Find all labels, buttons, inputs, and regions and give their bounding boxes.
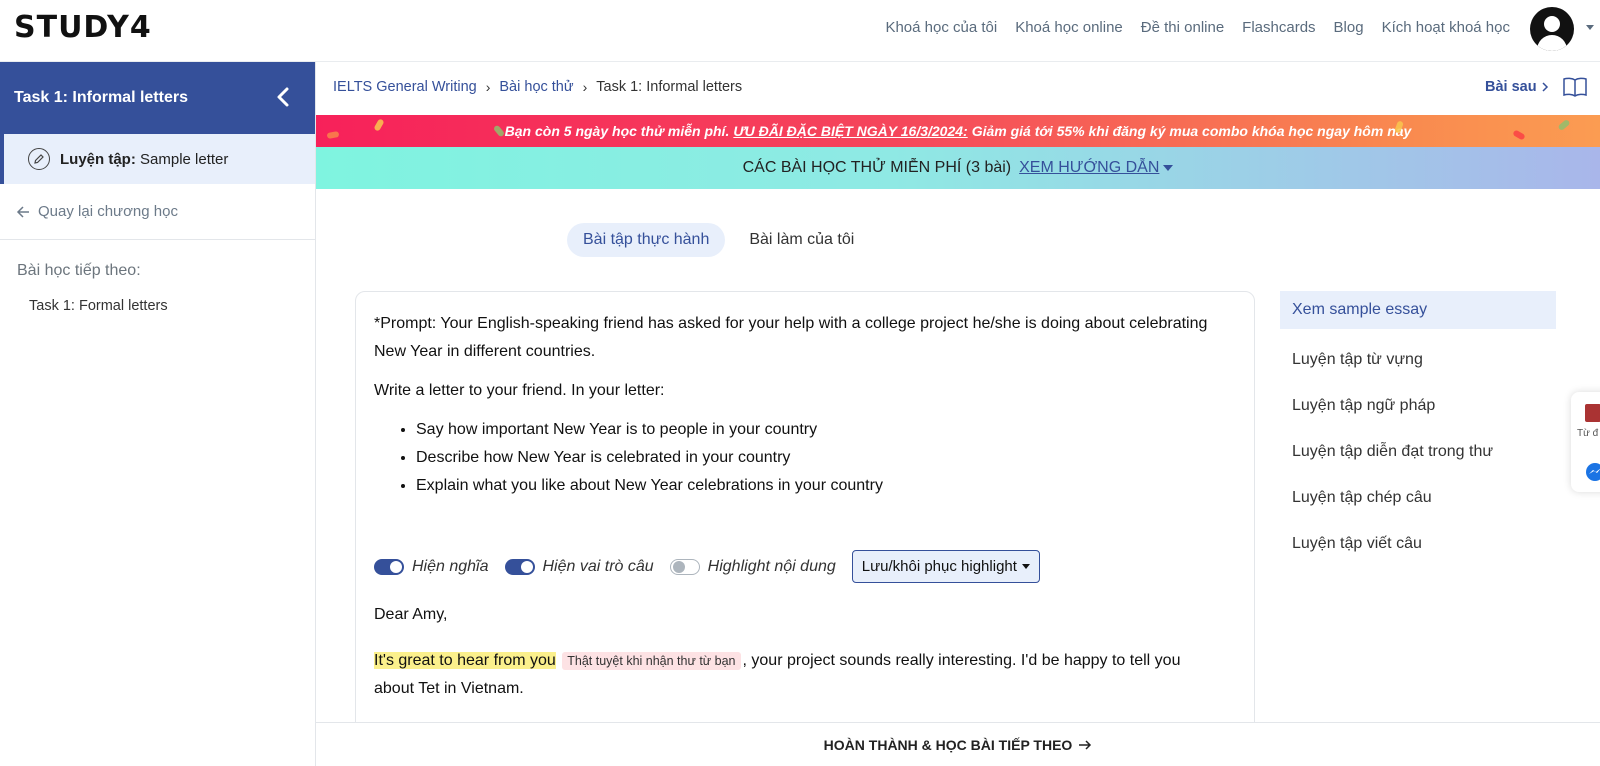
view-guide-link[interactable]: XEM HƯỚNG DẪN (1019, 159, 1174, 177)
complete-next-lesson-button[interactable]: HOÀN THÀNH & HỌC BÀI TIẾP THEO (824, 737, 1093, 753)
breadcrumb-course[interactable]: IELTS General Writing (333, 79, 477, 95)
tab-practice[interactable]: Bài tập thực hành (567, 223, 726, 257)
book-icon[interactable] (1562, 76, 1588, 98)
menu-view-sample-essay[interactable]: Xem sample essay (1280, 291, 1556, 329)
toggle-label: Highlight nội dung (707, 557, 836, 575)
lesson-content-card: *Prompt: Your English-speaking friend ha… (355, 291, 1255, 766)
highlighted-phrase[interactable]: It's great to hear from you (374, 652, 556, 669)
toggle-label: Hiện nghĩa (412, 557, 489, 575)
promo-highlight: ƯU ĐÃI ĐẶC BIỆT NGÀY 16/3/2024: (733, 123, 968, 139)
dictionary-icon[interactable] (1585, 404, 1600, 422)
complete-button-label: HOÀN THÀNH & HỌC BÀI TIẾP THEO (823, 736, 1073, 753)
dictionary-label: Từ đ (1577, 428, 1599, 439)
menu-vocabulary-practice[interactable]: Luyện tập từ vựng (1280, 337, 1556, 383)
sidebar-item-label: Sample letter (140, 150, 229, 168)
menu-write-sentence-practice[interactable]: Luyện tập viết câu (1280, 521, 1556, 567)
user-avatar[interactable] (1530, 7, 1574, 51)
nav-blog[interactable]: Blog (1334, 19, 1364, 36)
free-lessons-bar: CÁC BÀI HỌC THỬ MIỄN PHÍ (3 bài) XEM HƯỚ… (316, 147, 1600, 189)
study4-logo[interactable]: STUDY4 (14, 10, 152, 45)
next-lesson-link[interactable]: Task 1: Formal letters (0, 280, 315, 314)
toggle-highlight-content[interactable] (669, 558, 700, 575)
bottom-action-bar: HOÀN THÀNH & HỌC BÀI TIẾP THEO (316, 722, 1600, 766)
letter-greeting: Dear Amy, (374, 606, 448, 623)
tab-my-work[interactable]: Bài làm của tôi (733, 223, 870, 257)
promo-lead: Bạn còn 5 ngày học thử miễn phí. (504, 123, 730, 139)
nav-activate-course[interactable]: Kích hoạt khoá học (1382, 19, 1510, 36)
caret-down-icon (1021, 564, 1030, 569)
lesson-sidebar: Task 1: Informal letters Luyện tập: Samp… (0, 62, 316, 766)
caret-down-icon (1163, 165, 1174, 171)
next-lesson-button[interactable]: Bài sau (1485, 79, 1550, 95)
breadcrumb: IELTS General Writing › Bài học thử › Ta… (333, 79, 742, 95)
sidebar-title: Task 1: Informal letters (14, 89, 188, 106)
sidebar-item-prefix: Luyện tập: (60, 150, 136, 168)
main-nav: Khoá học của tôi Khoá học online Đề thi … (885, 19, 1510, 36)
next-lesson-label: Bài sau (1485, 79, 1537, 95)
list-item: Explain what you like about New Year cel… (416, 472, 1236, 500)
messenger-icon[interactable] (1585, 462, 1600, 482)
menu-expression-practice[interactable]: Luyện tập diễn đạt trong thư (1280, 429, 1556, 475)
back-to-chapter-link[interactable]: Quay lại chương học (0, 184, 315, 240)
instruction-text: Write a letter to your friend. In your l… (374, 382, 665, 399)
menu-grammar-practice[interactable]: Luyện tập ngữ pháp (1280, 383, 1556, 429)
next-lesson-heading: Bài học tiếp theo: (17, 262, 141, 279)
arrow-left-icon (16, 205, 29, 218)
practice-menu: Xem sample essay Luyện tập từ vựng Luyện… (1280, 291, 1556, 567)
back-label: Quay lại chương học (38, 203, 178, 220)
view-guide-label: XEM HƯỚNG DẪN (1019, 159, 1160, 176)
task-bullet-list: Say how important New Year is to people … (374, 416, 1236, 500)
menu-copy-sentence-practice[interactable]: Luyện tập chép câu (1280, 475, 1556, 521)
breadcrumb-trial[interactable]: Bài học thử (499, 79, 573, 95)
nav-online-courses[interactable]: Khoá học online (1015, 19, 1123, 36)
free-lessons-text: CÁC BÀI HỌC THỬ MIỄN PHÍ (3 bài) (742, 159, 1012, 176)
writing-prompt: *Prompt: Your English-speaking friend ha… (374, 315, 1208, 360)
nav-online-tests[interactable]: Đề thi online (1141, 19, 1224, 36)
chevron-right-icon (1542, 82, 1548, 92)
promo-tail: Giảm giá tới 55% khi đăng ký mua combo k… (971, 123, 1412, 139)
chevron-right-icon: › (485, 79, 491, 95)
translation-badge: Thật tuyệt khi nhận thư từ bạn (562, 652, 741, 670)
sidebar-header: Task 1: Informal letters (0, 62, 315, 134)
chevron-right-icon: › (582, 79, 588, 95)
breadcrumb-current: Task 1: Informal letters (596, 79, 743, 95)
toggle-show-sentence-role[interactable] (504, 558, 535, 575)
list-item: Describe how New Year is celebrated in y… (416, 444, 1236, 472)
list-item: Say how important New Year is to people … (416, 416, 1236, 444)
nav-my-courses[interactable]: Khoá học của tôi (885, 19, 997, 36)
chevron-left-icon[interactable] (273, 86, 295, 108)
pencil-icon (28, 148, 50, 170)
display-controls: Hiện nghĩa Hiện vai trò câu Highlight nộ… (374, 550, 1040, 583)
chevron-down-icon[interactable] (1586, 25, 1594, 30)
save-restore-highlight-dropdown[interactable]: Lưu/khôi phục highlight (851, 550, 1040, 583)
top-navbar: STUDY4 Khoá học của tôi Khoá học online … (0, 0, 1600, 62)
arrow-right-icon (1079, 739, 1092, 750)
floating-widget: Từ đ (1571, 392, 1600, 492)
promo-banner[interactable]: Bạn còn 5 ngày học thử miễn phí. ƯU ĐÃI … (316, 115, 1600, 147)
nav-flashcards[interactable]: Flashcards (1242, 19, 1315, 36)
letter-paragraph: It's great to hear from you Thật tuyệt k… (374, 647, 1224, 703)
toggle-show-meaning[interactable] (374, 558, 404, 575)
dropdown-label: Lưu/khôi phục highlight (861, 558, 1017, 575)
sidebar-item-sample-letter[interactable]: Luyện tập: Sample letter (0, 134, 315, 184)
toggle-label: Hiện vai trò câu (542, 557, 654, 575)
content-tabs: Bài tập thực hành Bài làm của tôi (567, 223, 870, 257)
